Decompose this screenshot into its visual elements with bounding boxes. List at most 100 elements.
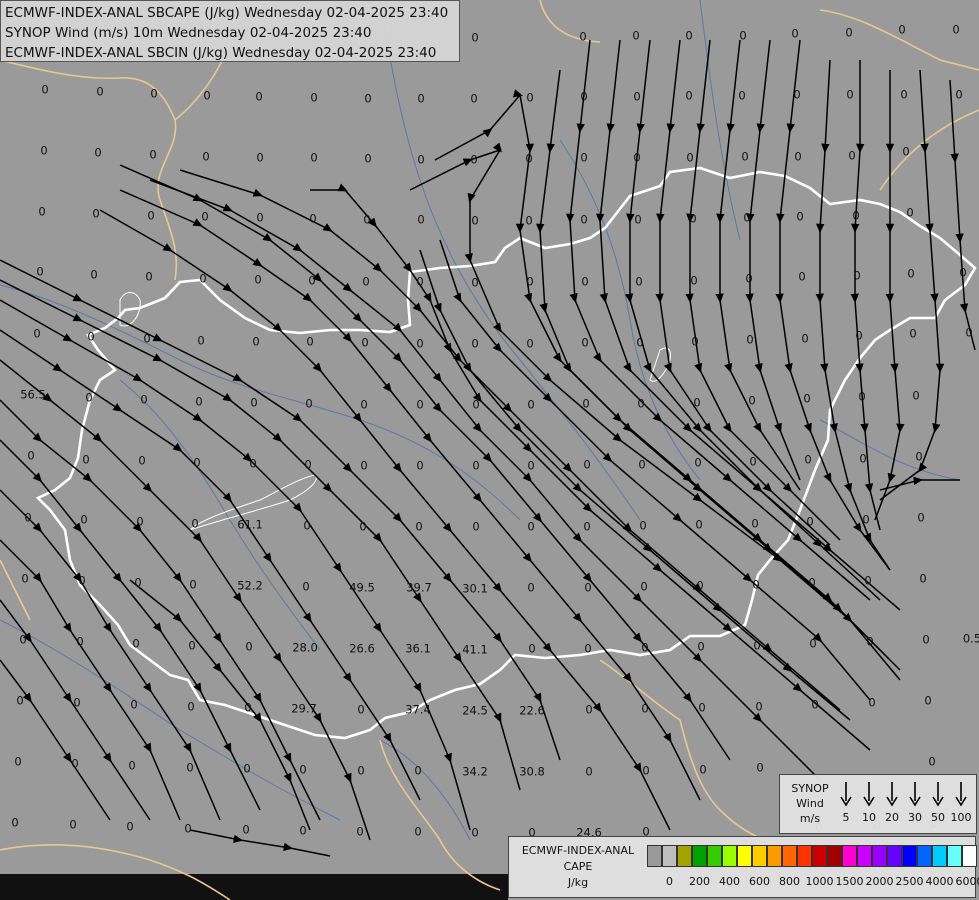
cape-value-label: 0	[686, 151, 693, 165]
cape-value-label: 0	[243, 762, 250, 776]
cape-value-label: 0	[527, 581, 534, 595]
cape-value-label: 0	[755, 700, 762, 714]
cape-value-label: 30.8	[519, 765, 545, 779]
cape-value-label: 0	[90, 268, 97, 282]
cape-value-label: 0	[808, 576, 815, 590]
cape-value-label: 0	[33, 327, 40, 341]
cape-value-label: 0	[306, 335, 313, 349]
cape-value-label: 0	[798, 270, 805, 284]
cape-value-label: 0	[791, 27, 798, 41]
cape-value-label: 0	[639, 519, 646, 533]
cape-value-label: 0	[585, 765, 592, 779]
cape-value-label: 0	[582, 397, 589, 411]
cape-value-label: 0	[739, 29, 746, 43]
cape-value-label: 0	[356, 825, 363, 839]
cape-value-label: 0	[919, 572, 926, 586]
cape-value-label: 61.1	[237, 518, 263, 532]
cape-value-label: 0	[902, 145, 909, 159]
cape-value-label: 0	[249, 457, 256, 471]
cape-value-label: 0	[685, 89, 692, 103]
cape-value-label: 0	[92, 207, 99, 221]
cape-value-label: 0	[416, 275, 423, 289]
cape-value-label: 0	[149, 148, 156, 162]
cape-value-label: 0	[471, 276, 478, 290]
cape-value-label: 0	[76, 635, 83, 649]
cape-value-label: 0	[632, 29, 639, 43]
cape-value-label: 0	[41, 83, 48, 97]
cape-value-label: 0	[751, 517, 758, 531]
cape-value-label: 0	[94, 146, 101, 160]
cape-value-label: 34.2	[462, 765, 488, 779]
cape-value-label: 0	[527, 520, 534, 534]
cape-value-label: 0	[804, 453, 811, 467]
cape-value-label: 0	[138, 454, 145, 468]
wind-arrow-icon	[909, 781, 921, 811]
cape-value-label: 0	[585, 703, 592, 717]
cape-value-label: 0	[244, 701, 251, 715]
cape-value-label: 0	[641, 702, 648, 716]
cape-value-label: 0	[635, 275, 642, 289]
cape-value-label: 0	[415, 520, 422, 534]
cape-value-label: 0	[145, 270, 152, 284]
cape-color-swatch	[812, 845, 827, 867]
cape-value-label: 0	[143, 332, 150, 346]
cape-value-label: 0	[753, 639, 760, 653]
cape-value-label: 0	[19, 633, 26, 647]
cape-value-label: 0	[363, 213, 370, 227]
cape-color-swatch	[857, 845, 872, 867]
cape-tick-label: 0	[666, 875, 673, 888]
cape-color-swatch	[797, 845, 812, 867]
cape-value-label: 0	[472, 398, 479, 412]
cape-value-label: 30.1	[462, 582, 488, 596]
cape-color-swatch	[737, 845, 752, 867]
cape-value-label: 0	[471, 826, 478, 840]
cape-value-label: 0	[14, 755, 21, 769]
cape-value-label: 0	[796, 210, 803, 224]
cape-value-label: 0	[191, 517, 198, 531]
cape-color-swatch	[827, 845, 842, 867]
cape-value-label: 0	[527, 398, 534, 412]
cape-value-label: 0	[364, 92, 371, 106]
cape-value-label: 0	[794, 150, 801, 164]
cape-value-label: 0	[256, 211, 263, 225]
cape-value-label: 0	[526, 275, 533, 289]
cape-value-label: 0	[862, 513, 869, 527]
cape-value-label: 0	[299, 824, 306, 838]
cape-value-label: 0	[584, 581, 591, 595]
cape-value-label: 0	[78, 574, 85, 588]
cape-value-label: 0	[640, 580, 647, 594]
cape-value-label: 0	[184, 822, 191, 836]
cape-color-scale	[647, 845, 977, 867]
cape-tick-label: 4000	[925, 875, 954, 888]
wind-arrow-icon	[863, 781, 875, 811]
cape-value-label: 0	[583, 520, 590, 534]
wind-legend: SYNOP Wind m/s 5 10 20 30 50 100	[779, 774, 977, 834]
cape-value-label: 0	[580, 90, 587, 104]
cape-value-label: 0	[689, 212, 696, 226]
cape-tick-label: 200	[689, 875, 710, 888]
cape-color-swatch	[662, 845, 677, 867]
cape-value-label: 0	[302, 580, 309, 594]
cape-value-label: 0	[188, 639, 195, 653]
cape-value-label: 0	[915, 450, 922, 464]
cape-tick-label: 600	[749, 875, 770, 888]
cape-value-label: 0	[580, 213, 587, 227]
cape-value-label: 0	[197, 334, 204, 348]
cape-value-label: 0	[310, 151, 317, 165]
cape-value-label: 0	[471, 31, 478, 45]
cape-value-label: 0	[21, 572, 28, 586]
cape-value-label: 0	[414, 825, 421, 839]
cape-value-label: 0	[470, 92, 477, 106]
cape-value-label: 0	[965, 326, 972, 340]
cape-value-label: 0.5	[963, 632, 979, 646]
cape-legend: ECMWF-INDEX-ANAL CAPE J/kg 0 200 400 600 800…	[508, 836, 979, 898]
cape-value-label: 0	[906, 206, 913, 220]
cape-color-swatch	[752, 845, 767, 867]
cape-value-label: 0	[471, 214, 478, 228]
cape-value-label: 0	[699, 763, 706, 777]
cape-value-label: 0	[909, 327, 916, 341]
cape-value-label: 0	[242, 823, 249, 837]
cape-value-label: 36.1	[405, 642, 431, 656]
cape-value-label: 0	[853, 269, 860, 283]
cape-value-label: 0	[27, 449, 34, 463]
